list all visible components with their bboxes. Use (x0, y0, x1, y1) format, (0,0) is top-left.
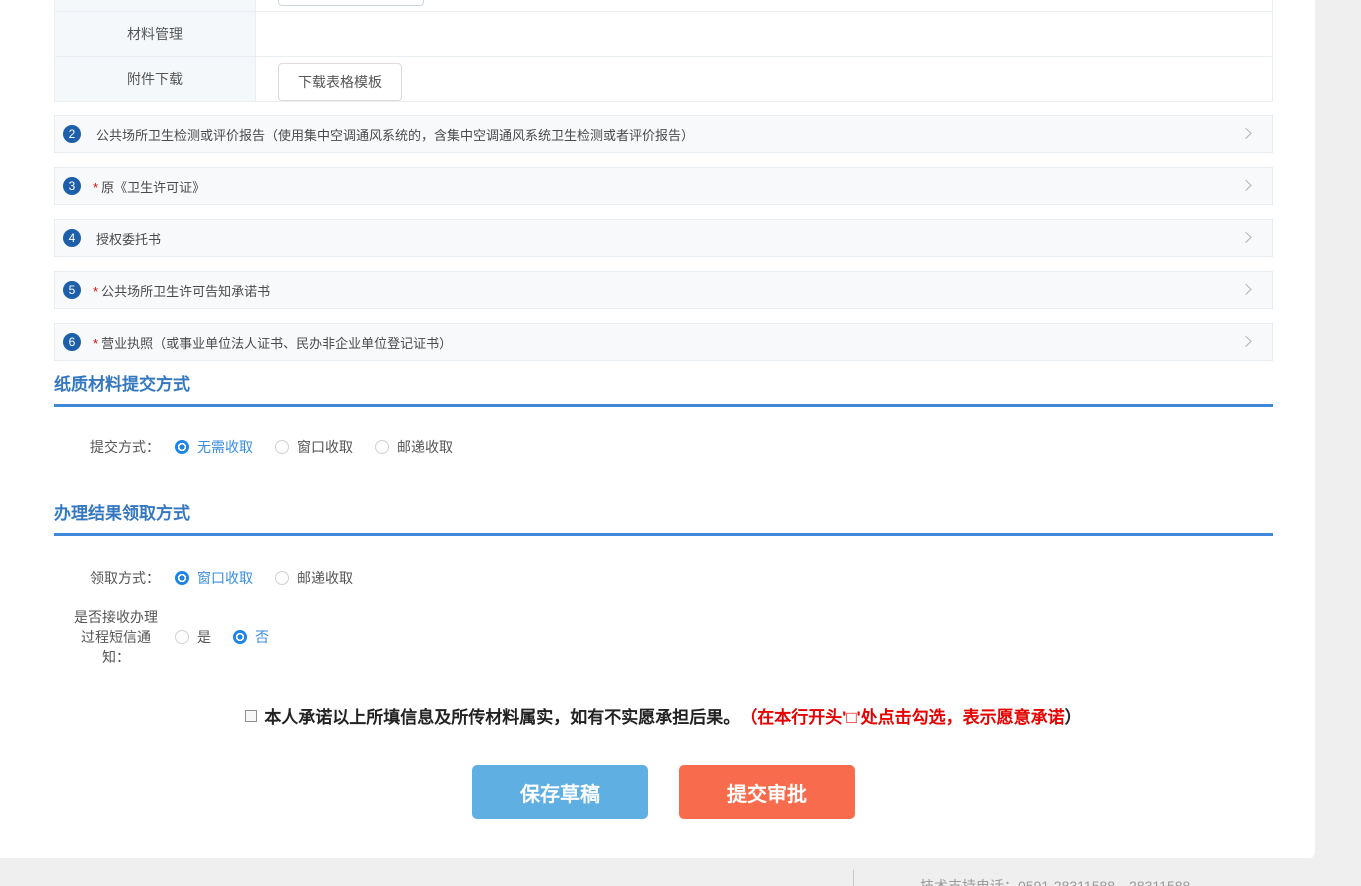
radio-selected-icon (175, 440, 189, 454)
radio-label: 邮递收取 (297, 568, 353, 588)
save-draft-button[interactable]: 保存草稿 (472, 765, 648, 819)
material-item-6[interactable]: 6 *营业执照（或事业单位法人证书、民办非企业单位登记证书） (54, 323, 1273, 361)
material-item-title: 授权委托书 (93, 229, 161, 248)
item-number-badge: 5 (63, 281, 81, 299)
material-item-title: *原《卫生许可证》 (93, 177, 205, 196)
radio-option-window-collect[interactable]: 窗口收取 (275, 437, 353, 457)
item-title-text: 公共场所卫生检测或评价报告（使用集中空调通风系统的，含集中空调通风系统卫生检测或… (96, 128, 694, 143)
radio-label: 窗口收取 (197, 568, 253, 588)
required-mark: * (93, 180, 98, 195)
material-item-3[interactable]: 3 *原《卫生许可证》 (54, 167, 1273, 205)
table-row-truncated (55, 0, 1272, 11)
submit-method-options: 无需收取 窗口收取 邮递收取 (175, 437, 475, 457)
radio-label: 窗口收取 (297, 437, 353, 457)
material-item-4[interactable]: 4 授权委托书 (54, 219, 1273, 257)
chevron-right-icon (1240, 232, 1251, 243)
footer-divider (853, 870, 854, 886)
radio-unselected-icon (375, 440, 389, 454)
page-footer: 技术支持电话：0591-28311588、28311588 (0, 858, 1361, 886)
radio-option-window-pickup[interactable]: 窗口收取 (175, 568, 253, 588)
material-item-2[interactable]: 2 公共场所卫生检测或评价报告（使用集中空调通风系统的，含集中空调通风系统卫生检… (54, 115, 1273, 153)
radio-option-mail-pickup[interactable]: 邮递收取 (275, 568, 353, 588)
item-title-text: 营业执照（或事业单位法人证书、民办非企业单位登记证书） (101, 336, 452, 351)
radio-label: 否 (255, 627, 269, 647)
item-number-badge: 4 (63, 229, 81, 247)
sms-notify-options: 是 否 (175, 627, 291, 647)
material-item-5[interactable]: 5 *公共场所卫生许可告知承诺书 (54, 271, 1273, 309)
chevron-right-icon (1240, 128, 1251, 139)
radio-label: 是 (197, 627, 211, 647)
agreement-text: 本人承诺以上所填信息及所传材料属实，如有不实愿承担后果。 (264, 703, 740, 728)
submit-method-label: 提交方式： (54, 437, 160, 457)
agreement-hint-red: （在本行开头'□'处点击勾选，表示愿意承诺 (740, 703, 1064, 728)
radio-unselected-icon (175, 630, 189, 644)
attachment-download-label: 附件下载 (55, 57, 256, 101)
attachment-download-value: 下载表格模板 (256, 57, 1272, 101)
paper-submit-section-title: 纸质材料提交方式 (54, 375, 1273, 407)
submit-approval-button[interactable]: 提交审批 (679, 765, 855, 819)
item-number-badge: 3 (63, 177, 81, 195)
radio-unselected-icon (275, 571, 289, 585)
item-title-text: 授权委托书 (96, 232, 161, 247)
truncated-input[interactable] (278, 0, 424, 6)
sms-notify-label: 是否接收办理过程短信通知： (72, 607, 160, 667)
radio-option-mail-collect[interactable]: 邮递收取 (375, 437, 453, 457)
item-title-text: 原《卫生许可证》 (101, 180, 205, 195)
radio-label: 无需收取 (197, 437, 253, 457)
radio-selected-icon (233, 630, 247, 644)
radio-option-yes[interactable]: 是 (175, 627, 211, 647)
material-item-title: *营业执照（或事业单位法人证书、民办非企业单位登记证书） (93, 333, 452, 352)
required-mark: * (93, 284, 98, 299)
table-value-cell (256, 0, 1272, 11)
agreement-row: 本人承诺以上所填信息及所传材料属实，如有不实愿承担后果。（在本行开头'□'处点击… (54, 703, 1273, 728)
sms-notify-row: 是否接收办理过程短信通知： 是 否 (54, 607, 1273, 667)
chevron-right-icon (1240, 180, 1251, 191)
chevron-right-icon (1240, 336, 1251, 347)
pickup-method-options: 窗口收取 邮递收取 (175, 568, 375, 588)
download-template-button[interactable]: 下载表格模板 (278, 63, 402, 101)
pickup-method-row: 领取方式： 窗口收取 邮递收取 (54, 568, 1273, 588)
material-manage-value (256, 12, 1272, 56)
submit-method-row: 提交方式： 无需收取 窗口收取 邮递收取 (54, 437, 1273, 457)
item-number-badge: 2 (63, 125, 81, 143)
material-item-title: 公共场所卫生检测或评价报告（使用集中空调通风系统的，含集中空调通风系统卫生检测或… (93, 125, 694, 144)
radio-unselected-icon (275, 440, 289, 454)
radio-option-no-collect[interactable]: 无需收取 (175, 437, 253, 457)
table-row: 附件下载 下载表格模板 (55, 56, 1272, 101)
radio-selected-icon (175, 571, 189, 585)
form-card: 材料管理 附件下载 下载表格模板 2 公共场所卫生检测或评价报告（使用集中空调通… (0, 0, 1315, 858)
item-title-text: 公共场所卫生许可告知承诺书 (101, 284, 270, 299)
chevron-right-icon (1240, 284, 1251, 295)
pickup-method-label: 领取方式： (54, 568, 160, 588)
action-buttons: 保存草稿 提交审批 (54, 765, 1273, 819)
agreement-hint-close: ） (1065, 703, 1082, 728)
table-row: 材料管理 (55, 11, 1272, 56)
required-mark: * (93, 336, 98, 351)
tech-support-phone: 技术支持电话：0591-28311588、28311588 (920, 876, 1190, 886)
material-manage-label: 材料管理 (55, 12, 256, 56)
agreement-checkbox[interactable] (245, 710, 257, 722)
table-label-cell (55, 0, 256, 11)
item-number-badge: 6 (63, 333, 81, 351)
radio-option-no[interactable]: 否 (233, 627, 269, 647)
result-pickup-section-title: 办理结果领取方式 (54, 504, 1273, 536)
material-item-title: *公共场所卫生许可告知承诺书 (93, 281, 270, 300)
material-info-table: 材料管理 附件下载 下载表格模板 (54, 0, 1273, 102)
radio-label: 邮递收取 (397, 437, 453, 457)
